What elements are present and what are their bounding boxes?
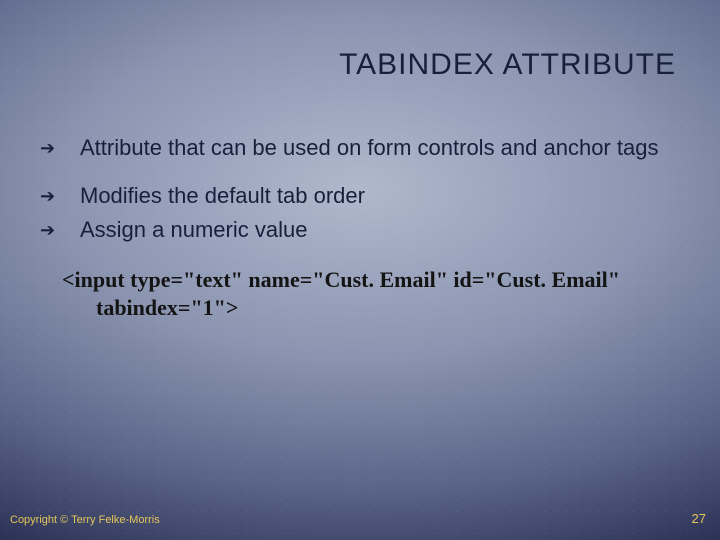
bullet-arrow-icon: ➔: [62, 219, 80, 242]
bullet-text: Modifies the default tab order: [80, 183, 365, 208]
bullet-arrow-icon: ➔: [62, 137, 80, 160]
bullet-item: ➔Attribute that can be used on form cont…: [62, 134, 676, 162]
code-line: tabindex="1">: [62, 294, 676, 322]
code-example: <input type="text" name="Cust. Email" id…: [62, 266, 676, 321]
bullet-item: ➔Modifies the default tab order: [62, 182, 676, 210]
bullet-item: ➔Assign a numeric value: [62, 216, 676, 244]
slide-number: 27: [692, 511, 706, 526]
bullet-text: Assign a numeric value: [80, 217, 307, 242]
code-line: <input type="text" name="Cust. Email" id…: [62, 267, 620, 292]
bullet-arrow-icon: ➔: [62, 185, 80, 208]
bullet-text: Attribute that can be used on form contr…: [80, 135, 658, 160]
slide-content: ➔Attribute that can be used on form cont…: [62, 134, 676, 321]
slide-title: TABINDEX ATTRIBUTE: [339, 48, 676, 82]
copyright-text: Copyright © Terry Felke-Morris: [10, 514, 160, 526]
